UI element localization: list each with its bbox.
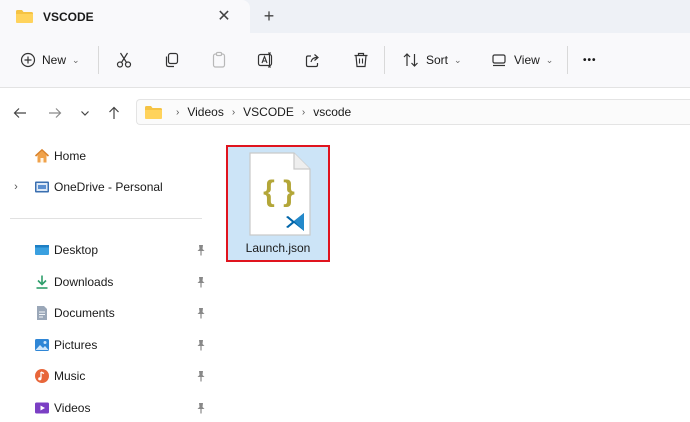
new-icon xyxy=(20,52,36,68)
chevron-right-icon[interactable]: › xyxy=(10,180,22,194)
sidebar-item-home[interactable]: Home xyxy=(0,143,212,169)
tab-vscode[interactable]: VSCODE ✕ xyxy=(0,0,250,33)
file-item-launch-json[interactable]: { } Launch.json xyxy=(226,145,330,262)
sidebar-item-downloads[interactable]: Downloads xyxy=(0,269,212,295)
view-button[interactable]: View ⌄ xyxy=(490,45,553,75)
downloads-icon xyxy=(36,275,48,289)
sidebar-item-documents[interactable]: Documents xyxy=(0,300,212,326)
file-list: { } Launch.json xyxy=(212,137,690,422)
title-bar: VSCODE ✕ + xyxy=(0,0,690,33)
breadcrumb-vscode[interactable]: vscode xyxy=(313,105,351,119)
nav-divider xyxy=(10,218,202,219)
back-button[interactable] xyxy=(10,103,30,123)
sidebar-item-label: Desktop xyxy=(54,243,99,257)
delete-button[interactable] xyxy=(352,45,370,75)
toolbar-divider xyxy=(384,46,385,74)
pin-icon[interactable] xyxy=(196,339,206,351)
sidebar-item-label: Documents xyxy=(54,306,115,320)
sidebar-item-label: OneDrive - Personal xyxy=(54,180,163,194)
breadcrumb-vscode-upper[interactable]: VSCODE xyxy=(243,105,294,119)
delete-icon xyxy=(354,52,368,68)
arrow-right-icon xyxy=(49,108,62,118)
share-icon xyxy=(305,54,319,68)
pin-icon[interactable] xyxy=(196,244,206,256)
address-bar[interactable]: › Videos › VSCODE › vscode xyxy=(136,99,690,125)
share-button[interactable] xyxy=(304,45,322,75)
paste-icon xyxy=(212,51,226,68)
new-label: New xyxy=(42,53,67,67)
chevron-right-icon: › xyxy=(176,106,180,118)
desktop-icon xyxy=(35,245,49,255)
music-icon xyxy=(35,369,49,383)
tab-title: VSCODE xyxy=(43,9,94,24)
sidebar-item-videos[interactable]: Videos xyxy=(0,395,212,421)
chevron-down-icon: ⌄ xyxy=(454,54,462,65)
sidebar-item-music[interactable]: Music xyxy=(0,363,212,389)
paste-button[interactable] xyxy=(210,45,228,75)
sort-label: Sort xyxy=(426,53,449,67)
rename-icon xyxy=(257,52,273,68)
chevron-down-icon: ⌄ xyxy=(72,54,80,65)
address-bar-row: › Videos › VSCODE › vscode xyxy=(0,89,690,137)
view-icon xyxy=(492,54,506,67)
pin-icon[interactable] xyxy=(196,307,206,319)
navigation-pane: Home › OneDrive - Personal Desktop Downl… xyxy=(0,137,212,422)
sidebar-item-pictures[interactable]: Pictures xyxy=(0,332,212,358)
more-icon: ••• xyxy=(583,54,597,66)
onedrive-icon xyxy=(35,181,49,193)
forward-button[interactable] xyxy=(45,103,65,123)
breadcrumb-videos[interactable]: Videos xyxy=(187,105,223,119)
view-label: View xyxy=(514,53,540,67)
up-button[interactable] xyxy=(104,103,124,123)
sidebar-item-onedrive[interactable]: › OneDrive - Personal xyxy=(0,174,212,200)
pin-icon[interactable] xyxy=(196,276,206,288)
home-icon xyxy=(34,148,50,163)
chevron-down-icon: ⌄ xyxy=(545,54,554,65)
copy-button[interactable] xyxy=(163,45,181,75)
pin-icon[interactable] xyxy=(196,402,206,414)
folder-icon xyxy=(145,105,162,119)
sort-button[interactable]: Sort ⌄ xyxy=(402,45,462,75)
json-file-icon: { } xyxy=(249,152,311,236)
sidebar-item-label: Music xyxy=(54,369,86,383)
new-button[interactable]: New ⌄ xyxy=(20,45,80,75)
rename-button[interactable] xyxy=(257,45,275,75)
svg-text:{ }: { } xyxy=(263,175,295,208)
sort-icon xyxy=(403,53,418,67)
arrow-left-icon xyxy=(13,108,26,118)
sidebar-item-label: Downloads xyxy=(54,275,114,289)
recent-locations-button[interactable] xyxy=(75,103,95,123)
folder-icon xyxy=(16,10,33,23)
sidebar-item-label: Home xyxy=(54,149,87,163)
videos-icon xyxy=(35,402,49,414)
toolbar-divider xyxy=(98,46,99,74)
new-tab-button[interactable]: + xyxy=(259,6,279,26)
more-options-button[interactable]: ••• xyxy=(583,45,597,75)
pictures-icon xyxy=(35,339,49,351)
cut-icon xyxy=(116,52,132,68)
chevron-down-icon xyxy=(81,111,89,116)
chevron-right-icon: › xyxy=(231,106,236,118)
copy-icon xyxy=(165,52,179,68)
arrow-up-icon xyxy=(109,106,119,119)
cut-button[interactable] xyxy=(115,45,133,75)
command-toolbar: New ⌄ Sort ⌄ View ⌄ ••• xyxy=(0,33,690,88)
sidebar-item-label: Pictures xyxy=(54,338,98,352)
close-tab-button[interactable]: ✕ xyxy=(214,6,234,26)
file-name: Launch.json xyxy=(245,241,311,255)
sidebar-item-desktop[interactable]: Desktop xyxy=(0,237,212,263)
pin-icon[interactable] xyxy=(196,370,206,382)
chevron-right-icon: › xyxy=(301,106,306,118)
documents-icon xyxy=(37,306,47,320)
toolbar-divider xyxy=(567,46,568,74)
sidebar-item-label: Videos xyxy=(54,401,91,415)
